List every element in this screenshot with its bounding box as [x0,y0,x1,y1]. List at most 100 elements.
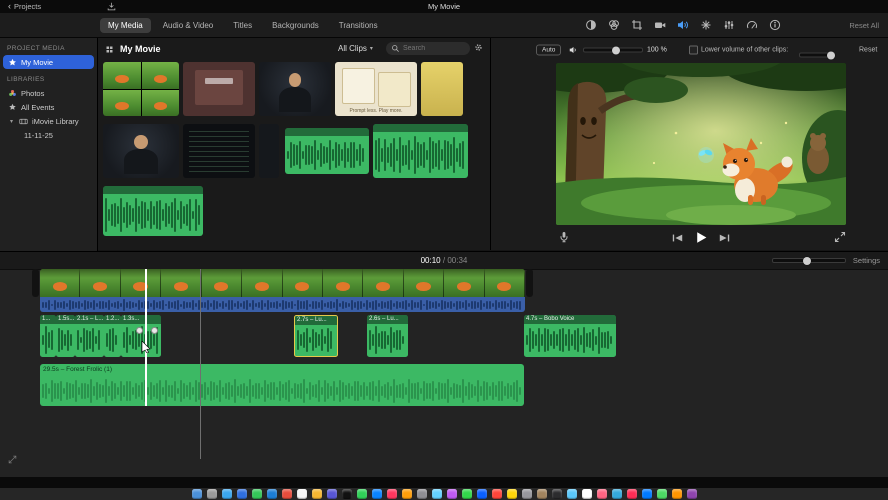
stabilization-icon[interactable] [654,19,666,31]
dock-app-icon[interactable] [416,489,427,499]
media-clip-screenshot-brown[interactable] [183,62,255,116]
dock-app-icon[interactable] [191,489,202,499]
tab-transitions[interactable]: Transitions [331,18,386,33]
dock-app-icon[interactable] [371,489,382,499]
playhead[interactable] [145,269,147,406]
tab-audio-video[interactable]: Audio & Video [155,18,222,33]
dock-app-icon[interactable] [221,489,232,499]
back-to-projects-button[interactable]: ‹ Projects [8,2,41,12]
color-correction-icon[interactable] [608,19,620,31]
media-clip-audio-2[interactable] [373,124,468,178]
dock-app-icon[interactable] [281,489,292,499]
audio-fade-handle[interactable] [151,327,158,334]
clip-trim-handle-left[interactable] [32,269,39,297]
timeline-zoom-knob[interactable] [802,256,811,265]
dock-app-icon[interactable] [671,489,682,499]
timeline-video-audio-strip[interactable] [40,297,525,312]
dock-app-icon[interactable] [251,489,262,499]
dock-app-icon[interactable] [551,489,562,499]
lower-volume-checkbox[interactable] [689,45,698,55]
dock-app-icon[interactable] [656,489,667,499]
timeline-audio-clip-bobo-voice[interactable]: 4.7s – Bobo Voice [524,315,616,357]
media-clip-audio-1[interactable] [285,128,369,174]
dock-app-icon[interactable] [626,489,637,499]
dock-app-icon[interactable] [446,489,457,499]
audio-fade-handle[interactable] [136,327,143,334]
tab-backgrounds[interactable]: Backgrounds [264,18,327,33]
dock-app-icon[interactable] [536,489,547,499]
dock-app-icon[interactable] [386,489,397,499]
dock-app-icon[interactable] [581,489,592,499]
disclosure-chevron-icon[interactable]: ▾ [8,118,15,125]
dock-app-icon[interactable] [476,489,487,499]
equalizer-icon[interactable] [723,19,735,31]
timeline-audio-clip-1[interactable]: 1... [40,315,56,357]
reset-button[interactable]: Reset [859,47,877,54]
tab-my-media[interactable]: My Media [100,17,151,33]
timeline-audio-clip-3[interactable]: 2.1s – L... [75,315,104,357]
volume-slider-knob[interactable] [611,46,620,54]
sidebar-item-all-events[interactable]: All Events [0,100,97,114]
clip-trim-handle-right[interactable] [526,269,533,297]
dock-app-icon[interactable] [311,489,322,499]
crop-icon[interactable] [631,19,643,31]
dock-app-icon[interactable] [431,489,442,499]
search-field[interactable] [386,42,470,55]
dock-app-icon[interactable] [326,489,337,499]
sidebar-item-imovie-library[interactable]: ▾ iMovie Library [0,114,97,128]
timeline-video-clip[interactable] [40,269,525,297]
noise-reduction-icon[interactable] [700,19,712,31]
dock-app-icon[interactable] [641,489,652,499]
media-clip-talking-head[interactable] [259,62,331,116]
play-button[interactable] [695,231,708,244]
dock-app-icon[interactable] [341,489,352,499]
fullscreen-icon[interactable] [834,231,846,243]
lower-volume-slider[interactable] [799,51,835,59]
dock-app-icon[interactable] [296,489,307,499]
timeline-zoom-corner-icon[interactable] [8,455,17,464]
tab-titles[interactable]: Titles [225,18,260,33]
timeline-audio-clip-7[interactable]: 2.6s – Lu... [367,315,408,357]
sidebar-item-event-11-11-25[interactable]: 11-11-25 [0,128,97,142]
media-clip-audio-3[interactable] [103,186,203,236]
media-clip-promo-cards[interactable]: Prompt less. Play more. [335,62,417,116]
sidebar-item-photos[interactable]: Photos [0,86,97,100]
dock-app-icon[interactable] [566,489,577,499]
info-icon[interactable] [769,19,781,31]
lower-volume-slider-knob[interactable] [826,51,835,59]
clip-filter-dropdown[interactable]: All Clips ▾ [338,44,373,53]
dock-app-icon[interactable] [686,489,697,499]
media-clip-terminal[interactable] [183,124,255,178]
media-clip-dark-sliver[interactable] [259,124,279,178]
media-clip-webcam-person[interactable] [103,124,179,178]
timeline-zoom-slider[interactable] [771,256,846,265]
previous-frame-button[interactable] [672,232,684,244]
auto-volume-button[interactable]: Auto [536,44,562,56]
dock-app-icon[interactable] [266,489,277,499]
media-clip-yellow[interactable] [421,62,463,116]
timeline-audio-clip-6-selected[interactable]: 2.7s – Lu... [294,315,338,357]
dock-app-icon[interactable] [506,489,517,499]
color-balance-icon[interactable] [585,19,597,31]
timeline-audio-clip-4[interactable]: 1.2... [104,315,121,357]
dock-app-icon[interactable] [356,489,367,499]
dock-app-icon[interactable] [491,489,502,499]
dock-app-icon[interactable] [461,489,472,499]
reset-all-button[interactable]: Reset All [849,21,879,30]
dock-app-icon[interactable] [521,489,532,499]
dock-app-icon[interactable] [206,489,217,499]
import-media-icon[interactable] [107,2,116,11]
dock-app-icon[interactable] [596,489,607,499]
sidebar-item-my-movie[interactable]: My Movie [3,55,94,69]
timeline-music-clip-forest-frolic[interactable]: 29.5s – Forest Frolic (1) [40,364,524,406]
dock-app-icon[interactable] [611,489,622,499]
media-clip-fox-frames[interactable] [103,62,179,116]
settings-button[interactable]: Settings [853,256,880,265]
grid-view-icon[interactable] [105,45,114,54]
browser-settings-gear-icon[interactable] [474,43,483,52]
volume-slider[interactable] [583,46,643,54]
dock-app-icon[interactable] [401,489,412,499]
search-input[interactable] [403,45,465,52]
timeline-audio-clip-2[interactable]: 1.5s... [56,315,75,357]
speed-icon[interactable] [746,19,758,31]
